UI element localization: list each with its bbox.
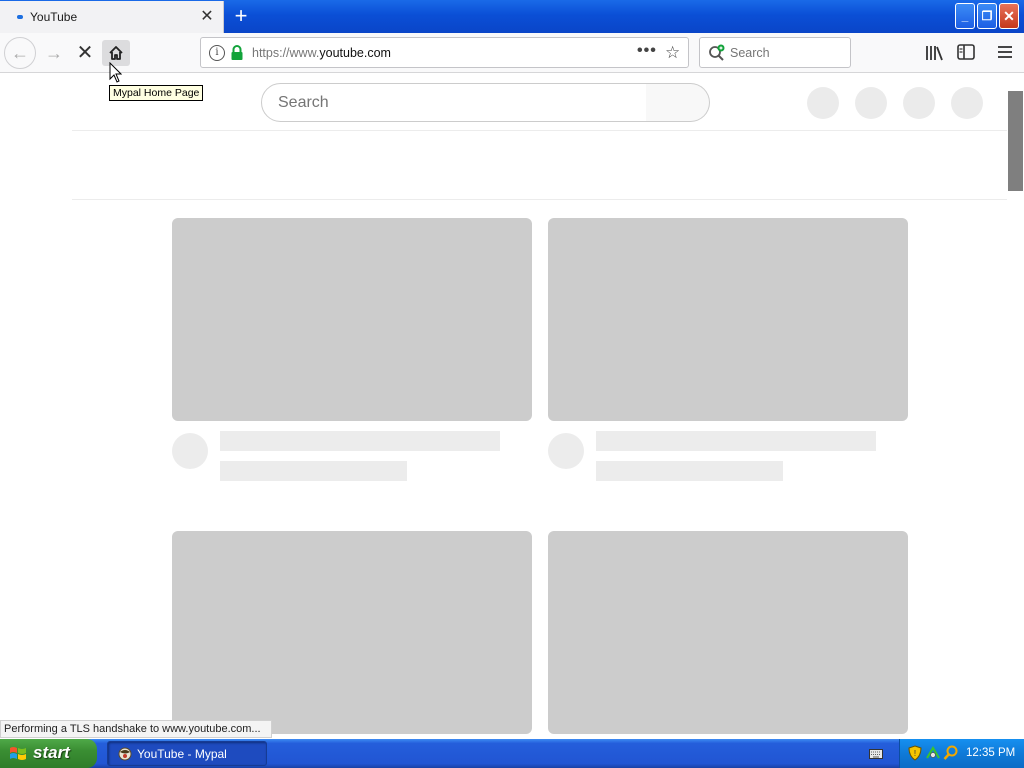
maximize-button[interactable]: ❐ [977,3,997,29]
keyboard-language-icon[interactable] [869,747,883,760]
taskbar-item-label: YouTube - Mypal [137,747,227,761]
header-divider [72,130,1007,131]
title-bar: YouTube ✕ + _ ❐ ✕ [0,0,1024,33]
tab-title: YouTube [30,10,78,24]
network-icon[interactable] [925,745,941,761]
header-icon-placeholder [951,87,983,119]
svg-text:!: ! [914,749,916,758]
navigation-toolbar: ← → ✕ i https://www.youtube.com ••• ☆ [0,33,1024,73]
start-label: start [33,743,70,762]
header-icon-placeholder [855,87,887,119]
taskbar: start YouTube - Mypal ! 12:35 PM [0,739,1024,768]
youtube-search-box[interactable] [261,83,647,122]
youtube-search-input[interactable] [278,93,628,113]
video-thumbnail-placeholder[interactable] [548,218,908,421]
tab-close-icon[interactable]: ✕ [199,8,215,26]
info-icon[interactable]: i [209,45,225,61]
url-text[interactable]: https://www.youtube.com [252,46,391,60]
header-icon-placeholder [807,87,839,119]
sidebar-toggle-icon[interactable] [957,44,975,60]
status-bar: Performing a TLS handshake to www.youtub… [0,720,272,738]
url-scheme: https://www. [252,46,320,60]
meta-line-placeholder [220,461,407,481]
minimize-button[interactable]: _ [955,3,975,29]
title-line-placeholder [220,431,500,451]
close-window-button[interactable]: ✕ [999,3,1019,29]
chips-divider [72,199,1007,200]
search-magnifier-icon[interactable] [943,745,959,761]
stop-button[interactable]: ✕ [69,37,101,69]
channel-avatar-placeholder [172,433,208,469]
home-tooltip: Mypal Home Page [109,85,204,101]
video-thumbnail-placeholder[interactable] [548,531,908,734]
url-bar[interactable]: i https://www.youtube.com ••• ☆ [200,37,689,68]
page-actions-icon[interactable]: ••• [637,42,657,60]
security-shield-icon[interactable]: ! [907,745,923,761]
video-thumbnail-placeholder[interactable] [172,531,532,734]
title-line-placeholder [596,431,876,451]
page-content [0,74,1024,739]
video-thumbnail-placeholder[interactable] [172,218,532,421]
library-icon[interactable] [924,44,944,62]
scrollbar-thumb[interactable] [1008,91,1023,191]
channel-avatar-placeholder [548,433,584,469]
system-clock[interactable]: 12:35 PM [966,747,1015,759]
browser-search-bar[interactable] [699,37,851,68]
new-tab-button[interactable]: + [229,3,253,29]
taskbar-item-mypal[interactable]: YouTube - Mypal [107,741,267,766]
forward-button[interactable]: → [38,37,70,69]
lock-icon[interactable] [230,44,244,62]
youtube-search-button[interactable] [646,83,710,122]
search-engine-icon[interactable] [708,44,726,62]
start-button[interactable]: start [0,739,97,768]
loading-favicon-icon [17,15,23,19]
url-domain: youtube.com [319,46,391,60]
tab-youtube[interactable]: YouTube ✕ [0,1,224,33]
bookmark-star-icon[interactable]: ☆ [665,43,680,63]
header-icon-placeholder [903,87,935,119]
mouse-cursor-icon [109,62,122,83]
windows-flag-icon [10,747,26,760]
mypal-app-icon [118,747,132,761]
meta-line-placeholder [596,461,783,481]
browser-search-input[interactable] [730,44,845,62]
home-icon [109,46,123,60]
back-button[interactable]: ← [4,37,36,69]
hamburger-menu-icon[interactable] [996,44,1014,60]
